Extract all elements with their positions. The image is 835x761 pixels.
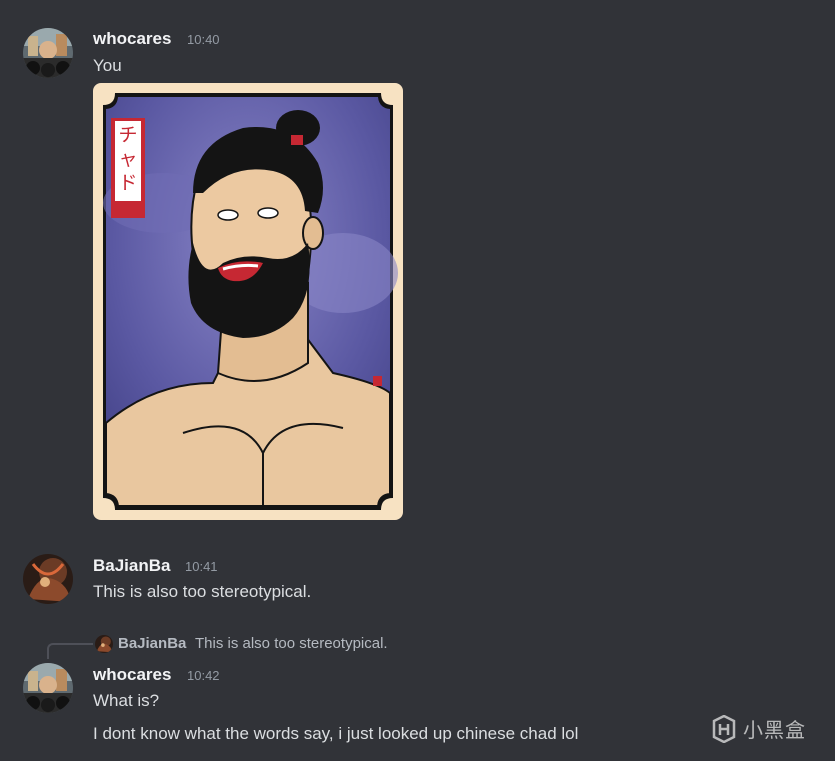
reply-connector [47, 643, 93, 659]
avatar-whocares[interactable] [23, 663, 73, 713]
avatar-bajianba[interactable] [23, 554, 73, 604]
message-author[interactable]: whocares [93, 665, 171, 685]
avatar-image [23, 554, 73, 604]
vertical-caption: チャド [118, 124, 138, 194]
avatar-whocares[interactable] [23, 28, 73, 78]
reply-avatar[interactable] [95, 635, 113, 653]
message-text: You [93, 56, 122, 75]
message-author[interactable]: BaJianBa [93, 556, 170, 576]
image-attachment[interactable]: チャド [93, 83, 403, 520]
avatar-image [23, 663, 73, 713]
avatar-image [95, 635, 113, 653]
reply-author[interactable]: BaJianBa [118, 635, 186, 652]
message-author[interactable]: whocares [93, 29, 171, 49]
message-timestamp[interactable]: 10:42 [187, 668, 220, 683]
reply-preview[interactable]: This is also too stereotypical. [195, 635, 388, 652]
message-text: What is? [93, 691, 160, 710]
watermark-text: 小黑盒 [743, 718, 806, 742]
message-timestamp[interactable]: 10:41 [185, 559, 218, 574]
heybox-logo-icon [712, 714, 736, 743]
avatar-image [23, 28, 73, 78]
message-text: This is also too stereotypical. [93, 582, 312, 601]
chad-artwork-image [93, 83, 403, 520]
watermark: 小黑盒 [710, 714, 806, 743]
message-text: I dont know what the words say, i just l… [93, 724, 579, 743]
message-timestamp[interactable]: 10:40 [187, 32, 220, 47]
